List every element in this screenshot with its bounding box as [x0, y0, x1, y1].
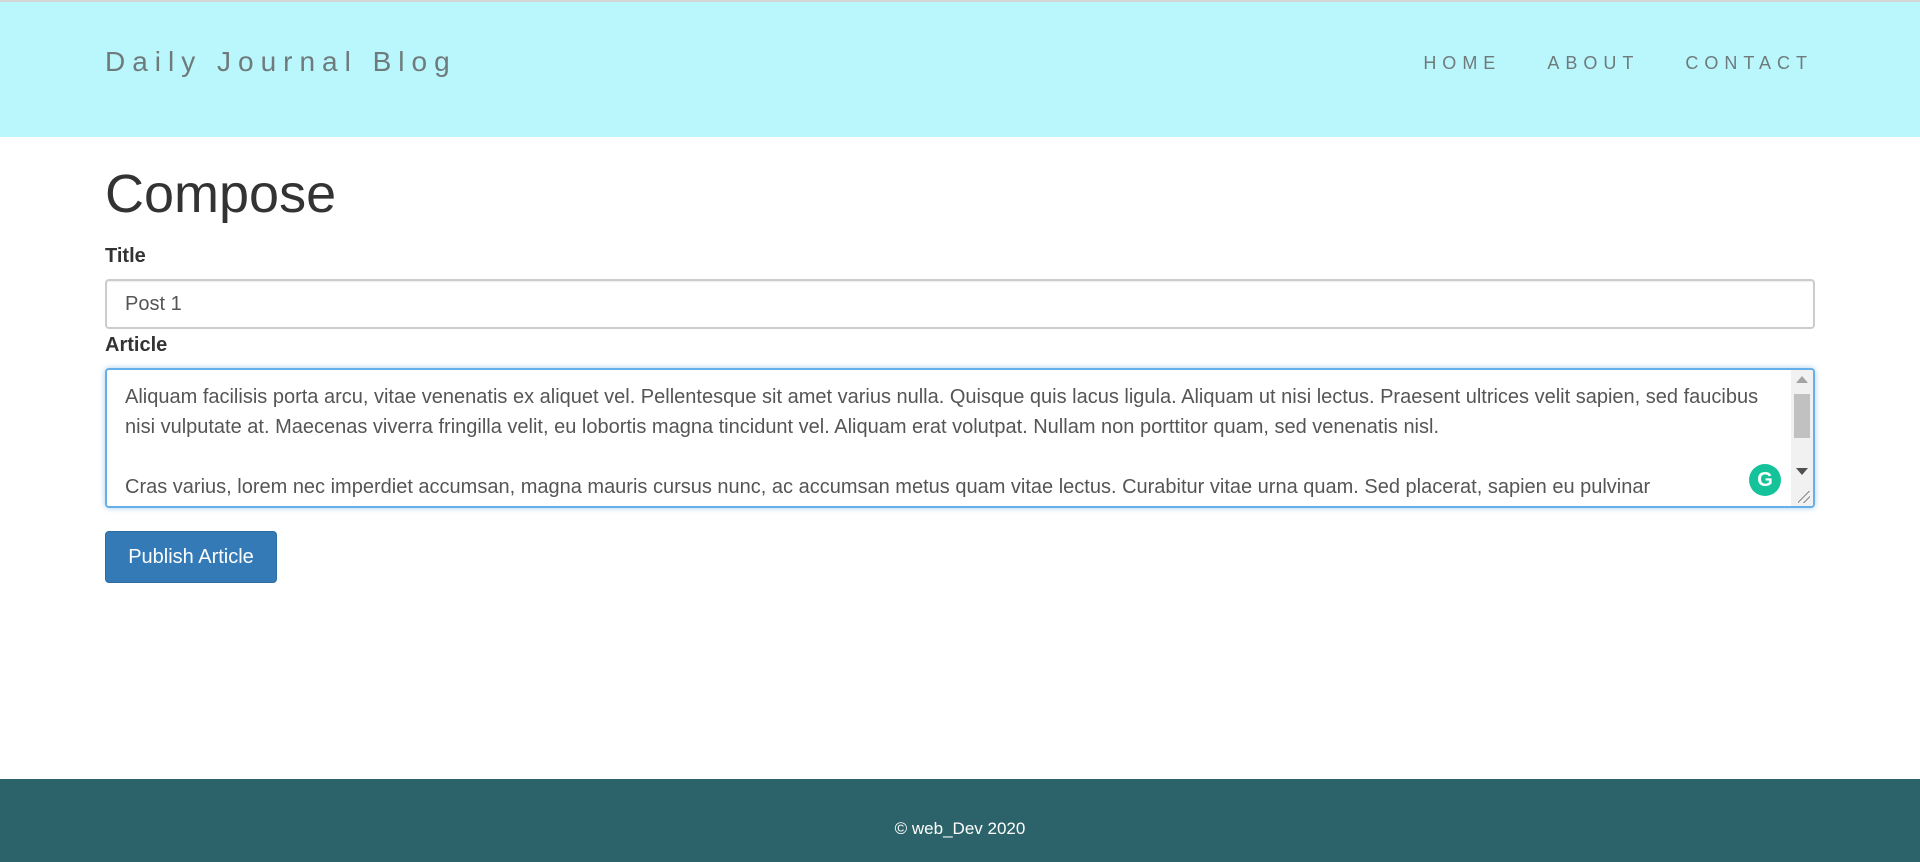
- header-navbar: Daily Journal Blog HOME ABOUT CONTACT: [0, 0, 1920, 137]
- nav-about-link[interactable]: ABOUT: [1547, 53, 1639, 74]
- page-title: Compose: [105, 164, 337, 224]
- title-input[interactable]: [105, 279, 1815, 329]
- scroll-up-arrow-icon[interactable]: [1796, 376, 1808, 383]
- nav-menu: HOME ABOUT CONTACT: [1423, 53, 1813, 74]
- article-text[interactable]: Aliquam facilisis porta arcu, vitae vene…: [125, 382, 1765, 502]
- footer-copyright: © web_Dev 2020: [894, 819, 1026, 838]
- grammarly-icon[interactable]: G: [1749, 464, 1781, 496]
- scroll-thumb[interactable]: [1794, 394, 1810, 438]
- brand-logo[interactable]: Daily Journal Blog: [105, 46, 457, 78]
- article-scrollbar[interactable]: [1791, 370, 1813, 506]
- article-textarea[interactable]: Aliquam facilisis porta arcu, vitae vene…: [105, 368, 1815, 508]
- scroll-down-arrow-icon[interactable]: [1796, 468, 1808, 475]
- title-label: Title: [105, 245, 146, 267]
- article-label: Article: [105, 334, 168, 356]
- footer: © web_Dev 2020: [0, 779, 1920, 862]
- page: Daily Journal Blog HOME ABOUT CONTACT Co…: [0, 0, 1920, 862]
- nav-home-link[interactable]: HOME: [1423, 53, 1501, 74]
- resize-grip-icon[interactable]: [1798, 491, 1810, 503]
- publish-article-button[interactable]: Publish Article: [105, 531, 277, 583]
- nav-contact-link[interactable]: CONTACT: [1685, 53, 1813, 74]
